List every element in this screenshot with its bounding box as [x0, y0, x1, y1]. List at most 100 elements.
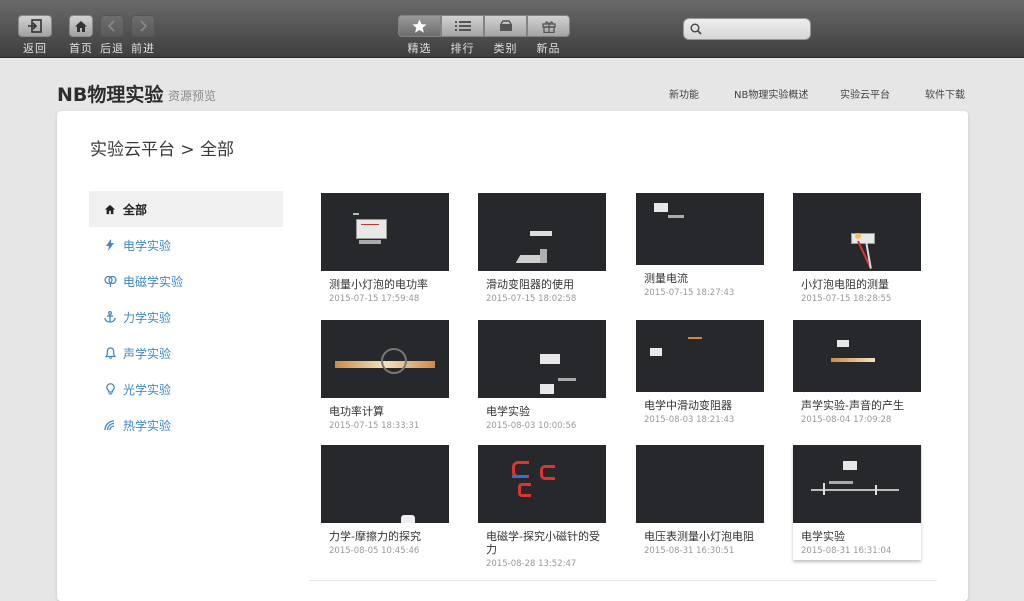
back-button[interactable]: 返回 [18, 15, 52, 56]
sidebar-item-acoustics[interactable]: 声学实验 [89, 335, 283, 371]
experiment-date: 2015-07-15 18:02:58 [486, 294, 577, 304]
tab-new[interactable]: 新品 [527, 15, 570, 56]
sidebar-item-label: 电学实验 [123, 238, 172, 253]
sidebar-item-thermal[interactable]: 热学实验 [89, 407, 283, 443]
experiment-date: 2015-08-03 10:00:56 [486, 421, 577, 431]
nav-download[interactable]: 软件下载 [925, 86, 965, 101]
experiment-title: 声学实验-声音的产生 [801, 399, 904, 412]
tab-category[interactable]: 类别 [484, 15, 527, 56]
chevron-left-icon [100, 15, 124, 37]
gift-icon [527, 15, 570, 37]
tab-label: 新品 [536, 42, 561, 55]
experiment-card[interactable]: 电学实验 2015-08-31 16:31:04 [793, 445, 921, 560]
tab-label: 精选 [407, 42, 432, 55]
sidebar-item-label: 声学实验 [123, 346, 172, 361]
nav-new-features[interactable]: 新功能 [669, 86, 699, 101]
experiment-thumbnail [478, 193, 606, 271]
experiment-thumbnail [321, 320, 449, 398]
search-box[interactable] [683, 18, 811, 40]
experiment-card[interactable]: 电学实验 2015-08-03 10:00:56 [478, 320, 606, 431]
home-button[interactable]: 首页 [69, 15, 93, 56]
sidebar-item-optics[interactable]: 光学实验 [89, 371, 283, 407]
home-icon [69, 15, 93, 37]
search-input[interactable] [706, 22, 806, 36]
experiment-title: 电学实验 [801, 530, 845, 543]
search-icon [690, 20, 702, 39]
experiment-card[interactable]: 测量小灯泡的电功率 2015-07-15 17:59:48 [321, 193, 449, 304]
bolt-icon [103, 238, 117, 252]
sidebar-item-electric[interactable]: 电学实验 [89, 227, 283, 263]
experiment-thumbnail [793, 445, 921, 523]
bulb-icon [103, 382, 117, 396]
experiment-card[interactable]: 测量电流 2015-07-15 18:27:43 [636, 193, 764, 298]
grid-divider [309, 580, 937, 581]
experiment-date: 2015-07-15 17:59:48 [329, 294, 420, 304]
breadcrumb: 实验云平台 > 全部 [90, 140, 235, 160]
tab-label: 排行 [450, 42, 475, 55]
experiment-card[interactable]: 电功率计算 2015-07-15 18:33:31 [321, 320, 449, 431]
experiment-card[interactable]: 电磁学-探究小磁针的受力 2015-08-28 13:52:47 [478, 445, 606, 569]
experiment-date: 2015-08-05 10:45:46 [329, 546, 420, 556]
tab-label: 类别 [493, 42, 518, 55]
experiment-card[interactable]: 小灯泡电阻的测量 2015-07-15 18:28:55 [793, 193, 921, 304]
brand-title: NB物理实验 [57, 84, 164, 106]
nav-cloud-platform[interactable]: 实验云平台 [840, 86, 890, 101]
experiment-date: 2015-08-31 16:30:51 [644, 546, 735, 556]
home-label: 首页 [69, 42, 93, 55]
experiment-title: 电学实验 [486, 405, 530, 418]
anchor-icon [103, 310, 117, 324]
tab-ranking[interactable]: 排行 [441, 15, 484, 56]
next-label: 前进 [131, 42, 155, 55]
experiment-thumbnail [478, 320, 606, 398]
experiment-date: 2015-08-28 13:52:47 [486, 559, 577, 569]
box-icon [484, 15, 527, 37]
magnet-icon [103, 274, 117, 288]
experiment-thumbnail [793, 320, 921, 392]
experiment-date: 2015-08-04 17:09:28 [801, 415, 892, 425]
experiment-thumbnail [636, 445, 764, 523]
prev-button[interactable]: 后退 [100, 15, 124, 56]
experiment-title: 测量电流 [644, 272, 688, 285]
sidebar-item-label: 全部 [123, 202, 148, 217]
chevron-right-icon [131, 15, 155, 37]
experiment-title: 力学-摩擦力的探究 [329, 530, 421, 543]
next-button[interactable]: 前进 [131, 15, 155, 56]
experiment-card[interactable]: 声学实验-声音的产生 2015-08-04 17:09:28 [793, 320, 921, 425]
list-icon [441, 15, 484, 37]
nav-overview[interactable]: NB物理实验概述 [734, 86, 808, 101]
top-toolbar: 返回 首页 后退 前进 精选 排行 类别 新品 [0, 0, 1024, 58]
experiment-date: 2015-08-31 16:31:04 [801, 546, 892, 556]
home-icon [103, 202, 117, 216]
tab-featured[interactable]: 精选 [398, 15, 441, 56]
sidebar: 全部 电学实验 电磁学实验 力学实验 声学实验 光学实验 热学实验 [89, 191, 283, 443]
experiment-title: 电功率计算 [329, 405, 384, 418]
experiment-thumbnail [636, 320, 764, 392]
experiment-thumbnail [321, 445, 449, 523]
sidebar-item-label: 力学实验 [123, 310, 172, 325]
brand-subtitle: 资源预览 [168, 89, 217, 103]
main-panel: 实验云平台 > 全部 全部 电学实验 电磁学实验 力学实验 声学实验 光学实验 … [57, 111, 968, 601]
sidebar-item-electromagnetic[interactable]: 电磁学实验 [89, 263, 283, 299]
experiment-thumbnail [478, 445, 606, 523]
star-icon [398, 15, 441, 37]
sidebar-item-mechanics[interactable]: 力学实验 [89, 299, 283, 335]
experiment-card[interactable]: 电压表测量小灯泡电阻 2015-08-31 16:30:51 [636, 445, 764, 556]
experiment-title: 滑动变阻器的使用 [486, 278, 574, 291]
experiment-date: 2015-07-15 18:33:31 [329, 421, 420, 431]
category-tabs: 精选 排行 类别 新品 [398, 15, 570, 56]
experiment-title: 电磁学-探究小磁针的受力 [486, 530, 600, 556]
sidebar-item-all[interactable]: 全部 [89, 191, 283, 227]
experiment-title: 小灯泡电阻的测量 [801, 278, 889, 291]
experiment-date: 2015-07-15 18:27:43 [644, 288, 735, 298]
prev-label: 后退 [100, 42, 124, 55]
experiment-title: 电压表测量小灯泡电阻 [644, 530, 754, 543]
experiment-thumbnail [321, 193, 449, 271]
heat-icon [103, 418, 117, 432]
sidebar-item-label: 热学实验 [123, 418, 172, 433]
back-label: 返回 [23, 42, 47, 55]
sidebar-item-label: 光学实验 [123, 382, 172, 397]
experiment-card[interactable]: 电学中滑动变阻器 2015-08-03 18:21:43 [636, 320, 764, 425]
experiment-card[interactable]: 力学-摩擦力的探究 2015-08-05 10:45:46 [321, 445, 449, 556]
experiment-date: 2015-07-15 18:28:55 [801, 294, 892, 304]
experiment-card[interactable]: 滑动变阻器的使用 2015-07-15 18:02:58 [478, 193, 606, 304]
